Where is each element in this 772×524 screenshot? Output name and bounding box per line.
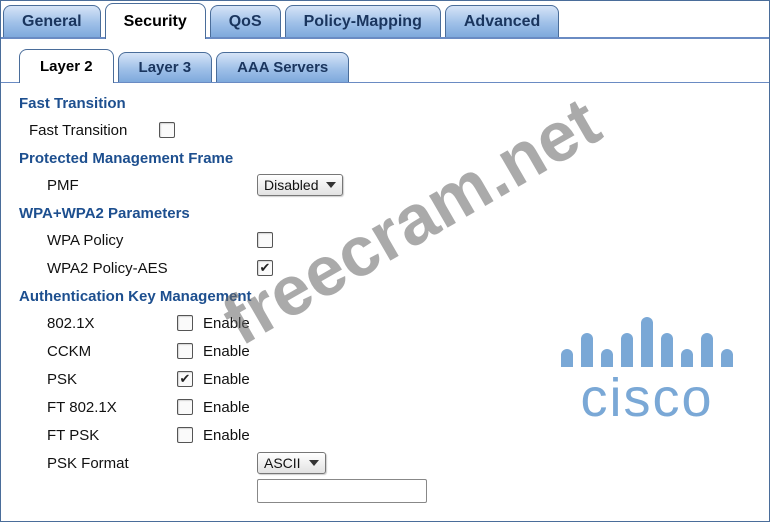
akm-dot1x-checkbox[interactable]	[177, 315, 193, 331]
cisco-text: cisco	[561, 371, 733, 425]
psk-format-label: PSK Format	[47, 455, 257, 472]
akm-psk-checkbox[interactable]: ✔	[177, 371, 193, 387]
section-akm: Authentication Key Management	[19, 288, 759, 305]
pmf-label: PMF	[47, 177, 257, 194]
akm-dot1x-enable: Enable	[203, 315, 250, 332]
psk-key-input[interactable]	[257, 479, 427, 503]
wpa-policy-checkbox[interactable]	[257, 232, 273, 248]
akm-ft-psk-checkbox[interactable]	[177, 427, 193, 443]
security-config-panel: General Security QoS Policy-Mapping Adva…	[0, 0, 770, 522]
pmf-select[interactable]: Disabled	[257, 174, 343, 196]
akm-cckm-label: CCKM	[47, 343, 177, 360]
top-tab-bar: General Security QoS Policy-Mapping Adva…	[1, 1, 769, 39]
tab-layer2[interactable]: Layer 2	[19, 49, 114, 83]
akm-ft-dot1x-checkbox[interactable]	[177, 399, 193, 415]
section-wpa-params: WPA+WPA2 Parameters	[19, 205, 759, 222]
chevron-down-icon	[326, 182, 336, 188]
akm-ft-dot1x-label: FT 802.1X	[47, 399, 177, 416]
section-pmf: Protected Management Frame	[19, 150, 759, 167]
tab-qos[interactable]: QoS	[210, 5, 281, 37]
cisco-bars-icon	[561, 311, 733, 367]
tab-advanced[interactable]: Advanced	[445, 5, 559, 37]
pmf-select-value: Disabled	[264, 177, 318, 193]
akm-dot1x-label: 802.1X	[47, 315, 177, 332]
akm-cckm-enable: Enable	[203, 343, 250, 360]
fast-transition-checkbox[interactable]	[159, 122, 175, 138]
tab-policy-mapping[interactable]: Policy-Mapping	[285, 5, 441, 37]
tab-general[interactable]: General	[3, 5, 101, 37]
cisco-logo: cisco	[561, 311, 733, 425]
tab-aaa-servers[interactable]: AAA Servers	[216, 52, 349, 82]
fast-transition-label: Fast Transition	[29, 122, 159, 139]
chevron-down-icon	[309, 460, 319, 466]
tab-layer3[interactable]: Layer 3	[118, 52, 213, 82]
wpa-policy-label: WPA Policy	[47, 232, 257, 249]
wpa2-policy-aes-checkbox[interactable]: ✔	[257, 260, 273, 276]
psk-format-value: ASCII	[264, 455, 301, 471]
akm-ft-psk-label: FT PSK	[47, 427, 177, 444]
akm-psk-label: PSK	[47, 371, 177, 388]
layer2-content: Fast Transition Fast Transition Protecte…	[1, 83, 769, 515]
sub-tab-bar: Layer 2 Layer 3 AAA Servers	[1, 47, 769, 83]
akm-ft-psk-enable: Enable	[203, 427, 250, 444]
wpa2-policy-aes-label: WPA2 Policy-AES	[47, 260, 257, 277]
akm-cckm-checkbox[interactable]	[177, 343, 193, 359]
section-fast-transition: Fast Transition	[19, 95, 759, 112]
akm-psk-enable: Enable	[203, 371, 250, 388]
akm-ft-dot1x-enable: Enable	[203, 399, 250, 416]
tab-security[interactable]: Security	[105, 3, 206, 39]
psk-format-select[interactable]: ASCII	[257, 452, 326, 474]
